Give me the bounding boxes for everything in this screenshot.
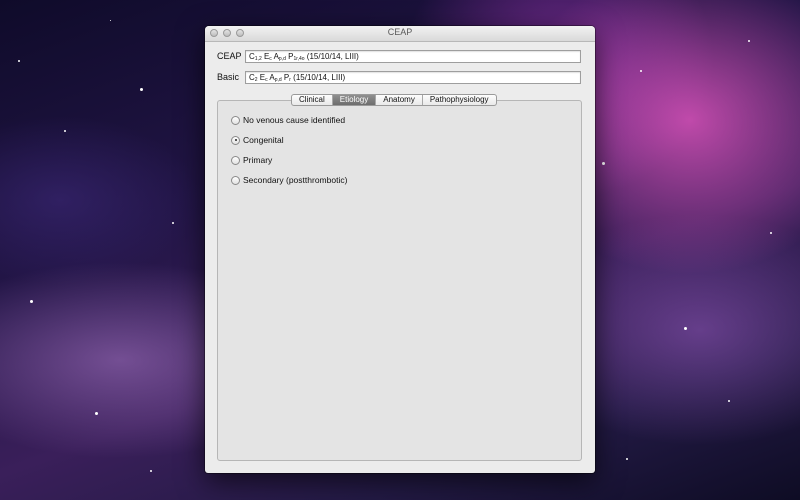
window-titlebar[interactable]: CEAP (205, 26, 595, 42)
subscript-text: p,d (274, 77, 282, 83)
basic-field[interactable]: C2 Ec Ap,d Pr (15/10/14, LIII) (245, 71, 581, 84)
ceap-window: CEAP CEAP C1,2 Ec Ap,d P1r,4o (15/10/14,… (205, 26, 595, 473)
star (30, 300, 33, 303)
star (640, 70, 642, 72)
radio-primary[interactable]: Primary (231, 154, 272, 166)
subscript-text: p,d (278, 56, 286, 62)
radio-button[interactable] (231, 135, 240, 145)
radio-button[interactable] (231, 155, 240, 165)
tab-anatomy[interactable]: Anatomy (375, 95, 422, 105)
window-title: CEAP (387, 27, 413, 37)
star (18, 60, 20, 62)
radio-button[interactable] (231, 175, 240, 185)
radio-label: Secondary (postthrombotic) (243, 175, 348, 185)
radio-no-venous-cause[interactable]: No venous cause identified (231, 114, 345, 126)
formula-text: A (267, 73, 275, 82)
radio-congenital[interactable]: Congenital (231, 134, 284, 146)
star (110, 20, 111, 21)
radio-secondary-postthrombotic[interactable]: Secondary (postthrombotic) (231, 174, 347, 186)
star (64, 130, 66, 132)
formula-text: (15/10/14, LIII) (290, 73, 346, 82)
tab-clinical[interactable]: Clinical (292, 95, 332, 105)
ceap-label: CEAP (217, 51, 242, 61)
tab-etiology[interactable]: Etiology (331, 95, 376, 105)
subscript-text: 1r,4o (293, 56, 305, 62)
star (140, 88, 143, 91)
formula-text: (15/10/14, LIII) (304, 52, 359, 61)
subscript-text: 1,2 (254, 56, 262, 62)
radio-label: No venous cause identified (243, 115, 346, 125)
star (770, 232, 772, 234)
star (150, 470, 152, 472)
basic-label: Basic (217, 72, 240, 82)
radio-label: Congenital (243, 135, 284, 145)
star (728, 400, 730, 402)
star (684, 327, 687, 330)
formula-text: E (257, 73, 266, 82)
ceap-field[interactable]: C1,2 Ec Ap,d P1r,4o (15/10/14, LIII) (245, 50, 581, 63)
tab-pathophysiology[interactable]: Pathophysiology (421, 95, 496, 105)
formula-text: A (271, 52, 279, 61)
star (626, 458, 628, 460)
tab-bar: Clinical Etiology Anatomy Pathophysiolog… (291, 94, 497, 106)
star (602, 162, 605, 165)
star (95, 412, 98, 415)
star (748, 40, 750, 42)
star (172, 222, 174, 224)
radio-button[interactable] (231, 115, 240, 125)
radio-label: Primary (243, 155, 273, 165)
